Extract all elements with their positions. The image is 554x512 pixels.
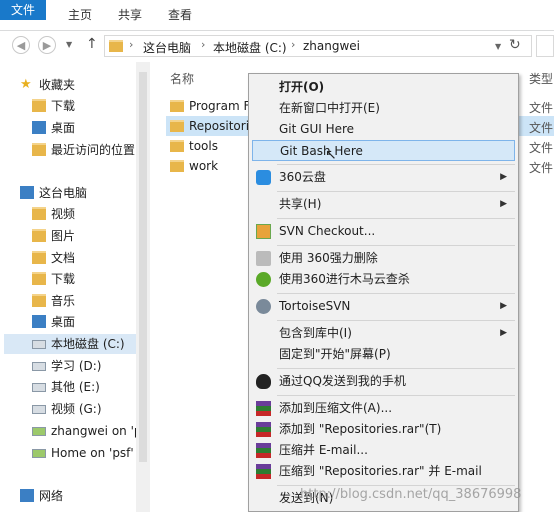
download-folder-icon — [32, 99, 46, 112]
winrar-icon — [256, 401, 271, 416]
sidebar-scrollbar-thumb[interactable] — [139, 72, 147, 462]
tab-share[interactable]: 共享 — [110, 0, 150, 30]
up-arrow-icon[interactable]: ↑ — [86, 36, 98, 52]
drive-icon — [32, 340, 46, 349]
tab-view[interactable]: 查看 — [160, 0, 200, 30]
folder-icon — [170, 100, 184, 112]
tab-file[interactable]: 文件 — [0, 0, 46, 20]
menu-item-tortoisesvn[interactable]: TortoiseSVN ▶ — [252, 296, 515, 317]
drive-icon — [32, 383, 46, 392]
menu-separator — [277, 320, 515, 321]
search-box[interactable] — [536, 35, 554, 57]
winrar-icon — [256, 422, 271, 437]
network-drive-icon — [32, 427, 46, 436]
folder-icon — [170, 120, 184, 132]
type-cell: 文件 — [529, 161, 554, 175]
watermark-text: http://blog.csdn.net/qq_38676998 — [300, 487, 522, 502]
type-cell: 文件 — [529, 141, 554, 155]
desktop-icon — [32, 121, 46, 134]
winrar-icon — [256, 443, 271, 458]
menu-separator — [277, 218, 515, 219]
menu-item-compress-rar-email[interactable]: 压缩到 "Repositories.rar" 并 E-mail — [252, 461, 515, 482]
svn-checkout-icon — [256, 224, 271, 239]
menu-separator — [277, 164, 515, 165]
column-header-type[interactable]: 类型 — [529, 70, 553, 87]
recent-places-icon — [32, 143, 46, 156]
type-cell: 文件 — [529, 121, 554, 135]
menu-item-include-library[interactable]: 包含到库中(I) ▶ — [252, 323, 515, 344]
submenu-arrow-icon: ▶ — [500, 172, 507, 182]
music-folder-icon — [32, 294, 46, 307]
winrar-icon — [256, 464, 271, 479]
forward-icon[interactable]: ▶ — [38, 36, 56, 54]
chevron-right-icon[interactable]: › — [291, 38, 295, 51]
folder-icon — [109, 40, 123, 52]
list-item-selected[interactable]: Repositori — [166, 116, 260, 136]
menu-item-open-new-window[interactable]: 在新窗口中打开(E) — [252, 98, 515, 119]
menu-item-pin-start[interactable]: 固定到"开始"屏幕(P) — [252, 344, 515, 365]
breadcrumb-drive[interactable]: 本地磁盘 (C:) — [213, 39, 287, 56]
context-menu: 打开(O) 在新窗口中打开(E) Git GUI Here Git Bash H… — [248, 73, 519, 512]
submenu-arrow-icon: ▶ — [500, 199, 507, 209]
menu-item-git-gui[interactable]: Git GUI Here — [252, 119, 515, 140]
network-icon — [20, 489, 34, 502]
menu-item-open[interactable]: 打开(O) — [252, 77, 515, 98]
menu-item-360-scan[interactable]: 使用360进行木马云查杀 — [252, 269, 515, 290]
cloud-icon — [256, 170, 271, 185]
menu-item-add-archive[interactable]: 添加到压缩文件(A)... — [252, 398, 515, 419]
video-folder-icon — [32, 207, 46, 220]
column-header-name[interactable]: 名称 — [170, 70, 194, 87]
chevron-right-icon[interactable]: › — [201, 38, 205, 51]
tortoise-icon — [256, 299, 271, 314]
address-bar[interactable]: › 这台电脑 › 本地磁盘 (C:) › zhangwei ▼ ↻ — [104, 35, 532, 57]
menu-item-share[interactable]: 共享(H) ▶ — [252, 194, 515, 215]
navigation-bar: ◀ ▶ ▼ ↑ › 这台电脑 › 本地磁盘 (C:) › zhangwei ▼ … — [0, 31, 554, 61]
breadcrumb-folder[interactable]: zhangwei — [303, 39, 360, 53]
submenu-arrow-icon: ▶ — [500, 301, 507, 311]
menu-item-svn-checkout[interactable]: SVN Checkout... — [252, 221, 515, 242]
download-folder-icon — [32, 272, 46, 285]
history-chevron-icon[interactable]: ▼ — [66, 40, 72, 49]
menu-item-compress-email[interactable]: 压缩并 E-mail... — [252, 440, 515, 461]
drive-icon — [32, 362, 46, 371]
menu-separator — [277, 245, 515, 246]
back-icon[interactable]: ◀ — [12, 36, 30, 54]
type-cell: 文件 — [529, 101, 554, 115]
submenu-arrow-icon: ▶ — [500, 328, 507, 338]
drive-icon — [32, 405, 46, 414]
chevron-right-icon[interactable]: › — [129, 38, 133, 51]
breadcrumb-thispc[interactable]: 这台电脑 — [143, 39, 191, 56]
menu-separator — [277, 395, 515, 396]
menu-item-add-rar[interactable]: 添加到 "Repositories.rar"(T) — [252, 419, 515, 440]
ribbon-tabs: 文件 主页 共享 查看 — [0, 0, 554, 31]
menu-separator — [277, 293, 515, 294]
menu-separator — [277, 191, 515, 192]
computer-icon — [20, 186, 34, 199]
desktop-icon — [32, 315, 46, 328]
tab-home[interactable]: 主页 — [60, 0, 100, 30]
folder-icon — [170, 160, 184, 172]
menu-separator — [277, 368, 515, 369]
dropdown-icon[interactable]: ▼ — [495, 42, 501, 51]
folder-icon — [170, 140, 184, 152]
qq-penguin-icon — [256, 374, 271, 389]
menu-item-360-force-delete[interactable]: 使用 360强力删除 — [252, 248, 515, 269]
shredder-icon — [256, 251, 271, 266]
mouse-cursor-icon: ↖ — [325, 147, 337, 163]
navigation-pane: ★ 收藏夹 下载 桌面 最近访问的位置 这台电脑 视频 图片 文档 下载 音乐 … — [0, 62, 150, 512]
menu-item-qq-send[interactable]: 通过QQ发送到我的手机 — [252, 371, 515, 392]
refresh-icon[interactable]: ↻ — [509, 37, 521, 53]
star-icon: ★ — [20, 77, 32, 92]
network-drive-icon — [32, 449, 46, 458]
menu-item-git-bash[interactable]: Git Bash Here ↖ — [252, 140, 515, 163]
pictures-folder-icon — [32, 229, 46, 242]
shield-scan-icon — [256, 272, 271, 287]
menu-separator — [277, 485, 515, 486]
menu-item-360-cloud[interactable]: 360云盘 ▶ — [252, 167, 515, 188]
documents-folder-icon — [32, 251, 46, 264]
sidebar-item-drive-c[interactable]: 本地磁盘 (C:) — [4, 334, 136, 354]
